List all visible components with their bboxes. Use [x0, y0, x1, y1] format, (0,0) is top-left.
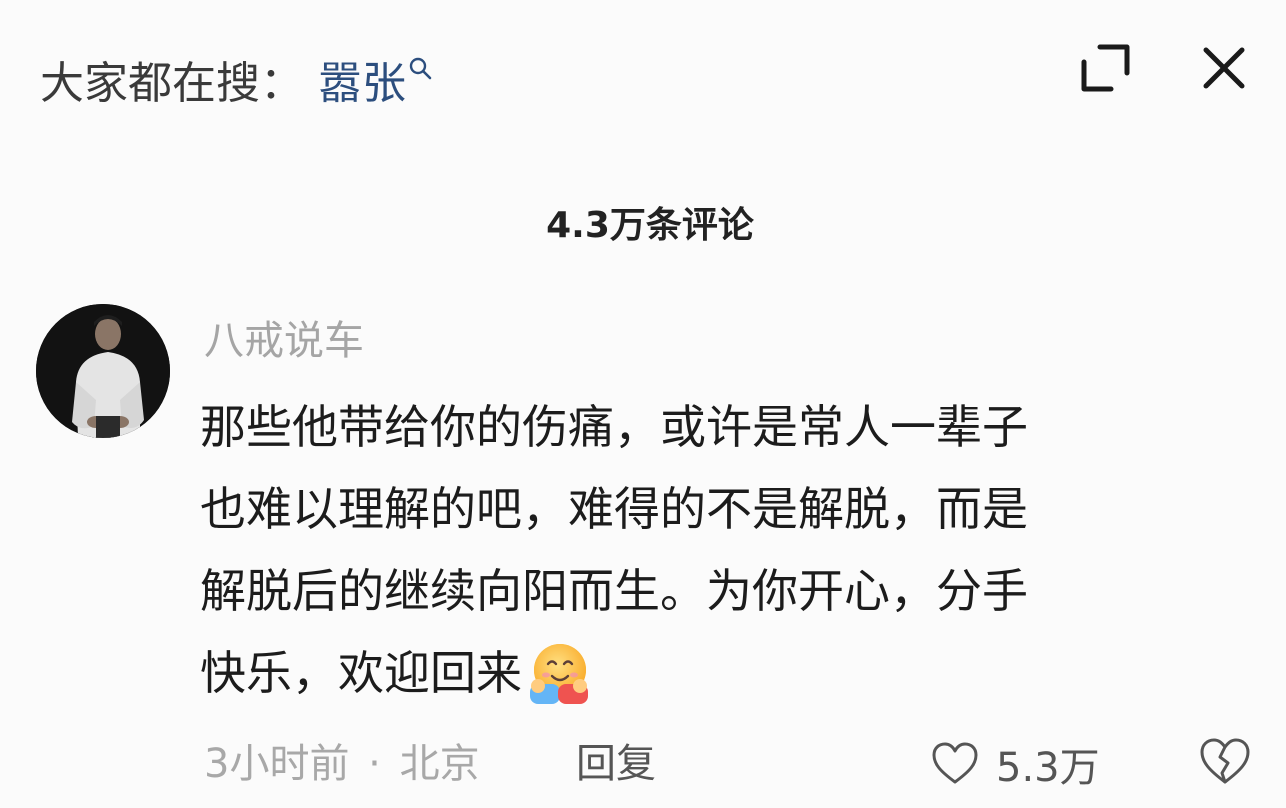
- meta-separator: ·: [368, 741, 381, 787]
- comment-text-line: 那些他带给你的伤痛，或许是常人一辈子: [200, 400, 1028, 454]
- comment-text-line: 也难以理解的吧，难得的不是解脱，而是: [200, 482, 1028, 536]
- comment-text: 那些他带给你的伤痛，或许是常人一辈子 也难以理解的吧，难得的不是解脱，而是 解脱…: [200, 386, 1230, 714]
- broken-heart-icon[interactable]: [1198, 735, 1252, 789]
- comment-text-line: 快乐，欢迎回来: [200, 646, 522, 700]
- close-icon[interactable]: [1196, 40, 1252, 96]
- comment-username[interactable]: 八戒说车: [204, 312, 364, 370]
- comment-location: 北京: [399, 741, 480, 787]
- comment-text-last-line: 快乐，欢迎回来: [200, 632, 1230, 714]
- trending-search-label: 大家都在搜：: [40, 58, 304, 109]
- comment-meta: 3小时前 · 北京: [204, 734, 480, 794]
- expand-icon[interactable]: [1078, 40, 1134, 96]
- trending-search-link[interactable]: 嚣张: [318, 52, 434, 116]
- trending-search-hint: 大家都在搜： 嚣张: [40, 52, 434, 116]
- search-icon: [409, 57, 432, 80]
- like-button[interactable]: 5.3万: [930, 732, 1100, 796]
- like-count: 5.3万: [996, 745, 1100, 791]
- avatar[interactable]: [36, 304, 170, 438]
- heart-outline-icon: [932, 742, 978, 784]
- comment-text-line: 解脱后的继续向阳而生。为你开心，分手: [200, 564, 1028, 618]
- panel-header: 大家都在搜： 嚣张: [0, 0, 1286, 140]
- hugging-face-emoji: [530, 644, 588, 704]
- comment-panel: 大家都在搜： 嚣张 4.3万条评论 八戒说车 那些他带给你的伤痛，或许是常人一辈…: [0, 0, 1286, 808]
- reply-button[interactable]: 回复: [576, 734, 656, 794]
- trending-search-keyword: 嚣张: [318, 58, 406, 109]
- avatar-image: [36, 304, 170, 438]
- comment-count: 4.3万条评论: [546, 205, 754, 246]
- comment-time: 3小时前: [204, 741, 350, 787]
